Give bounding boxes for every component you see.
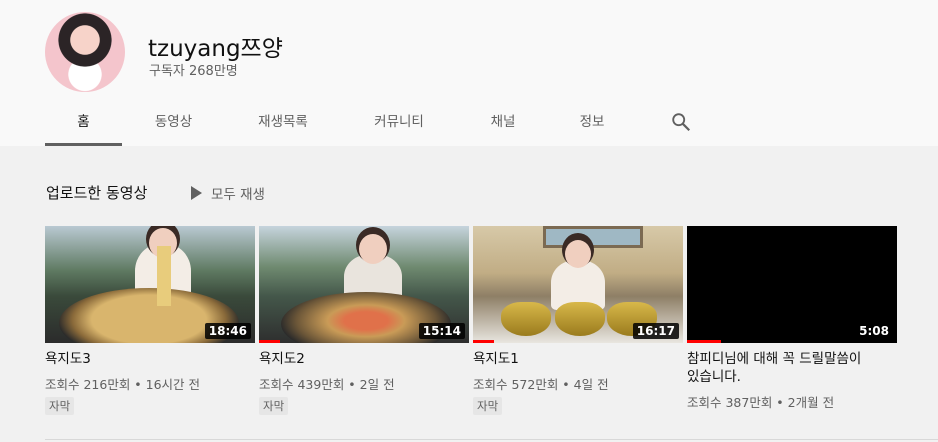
video-duration: 5:08 [855,323,893,339]
video-title[interactable]: 욕지도3 [45,350,255,368]
video-thumbnail[interactable]: 16:17 [473,226,683,343]
video-title[interactable]: 욕지도2 [259,350,469,368]
tab-playlists[interactable]: 재생목록 [247,106,319,146]
play-all-button[interactable]: 모두 재생 [191,183,265,203]
subscriber-count: 구독자 268만명 [149,64,238,79]
section-divider [45,439,938,440]
video-thumbnail[interactable]: 18:46 [45,226,255,343]
channel-header: tzuyang쯔양 구독자 268만명 홈 동영상 재생목록 커뮤니티 채널 정… [0,0,938,146]
video-duration: 18:46 [204,323,251,339]
caption-badge: 자막 [473,397,503,415]
caption-badge: 자막 [259,397,289,415]
tab-community[interactable]: 커뮤니티 [363,106,435,146]
section-title: 업로드한 동영상 [46,184,148,202]
watch-progress [473,340,494,343]
channel-tabs: 홈 동영상 재생목록 커뮤니티 채널 정보 [45,106,938,146]
channel-avatar[interactable] [45,12,125,92]
video-meta: 조회수 439만회 • 2일 전 [259,377,395,392]
tab-about[interactable]: 정보 [572,106,612,146]
search-icon[interactable] [670,111,692,133]
play-icon [191,186,202,200]
video-thumbnail[interactable]: 5:08 [687,226,897,343]
watch-progress [259,340,280,343]
play-all-label: 모두 재생 [211,187,265,203]
watch-progress [687,340,721,343]
video-card[interactable]: 5:08 참피디님에 대해 꼭 드릴말씀이 있습니다. 조회수 387만회 • … [687,226,897,411]
tab-channels[interactable]: 채널 [481,106,525,146]
tab-home[interactable]: 홈 [45,106,122,146]
video-meta: 조회수 387만회 • 2개월 전 [687,395,835,410]
video-card[interactable]: 18:46 욕지도3 조회수 216만회 • 16시간 전 자막 [45,226,255,415]
tab-videos[interactable]: 동영상 [140,106,207,146]
video-thumbnail[interactable]: 15:14 [259,226,469,343]
video-meta: 조회수 216만회 • 16시간 전 [45,377,201,392]
video-title[interactable]: 욕지도1 [473,350,683,368]
video-duration: 16:17 [632,323,679,339]
video-card[interactable]: 16:17 욕지도1 조회수 572만회 • 4일 전 자막 [473,226,683,415]
video-card[interactable]: 15:14 욕지도2 조회수 439만회 • 2일 전 자막 [259,226,469,415]
caption-badge: 자막 [45,397,75,415]
video-title[interactable]: 참피디님에 대해 꼭 드릴말씀이 있습니다. [687,350,877,386]
channel-name: tzuyang쯔양 [148,36,283,62]
video-duration: 15:14 [418,323,465,339]
video-meta: 조회수 572만회 • 4일 전 [473,377,609,392]
